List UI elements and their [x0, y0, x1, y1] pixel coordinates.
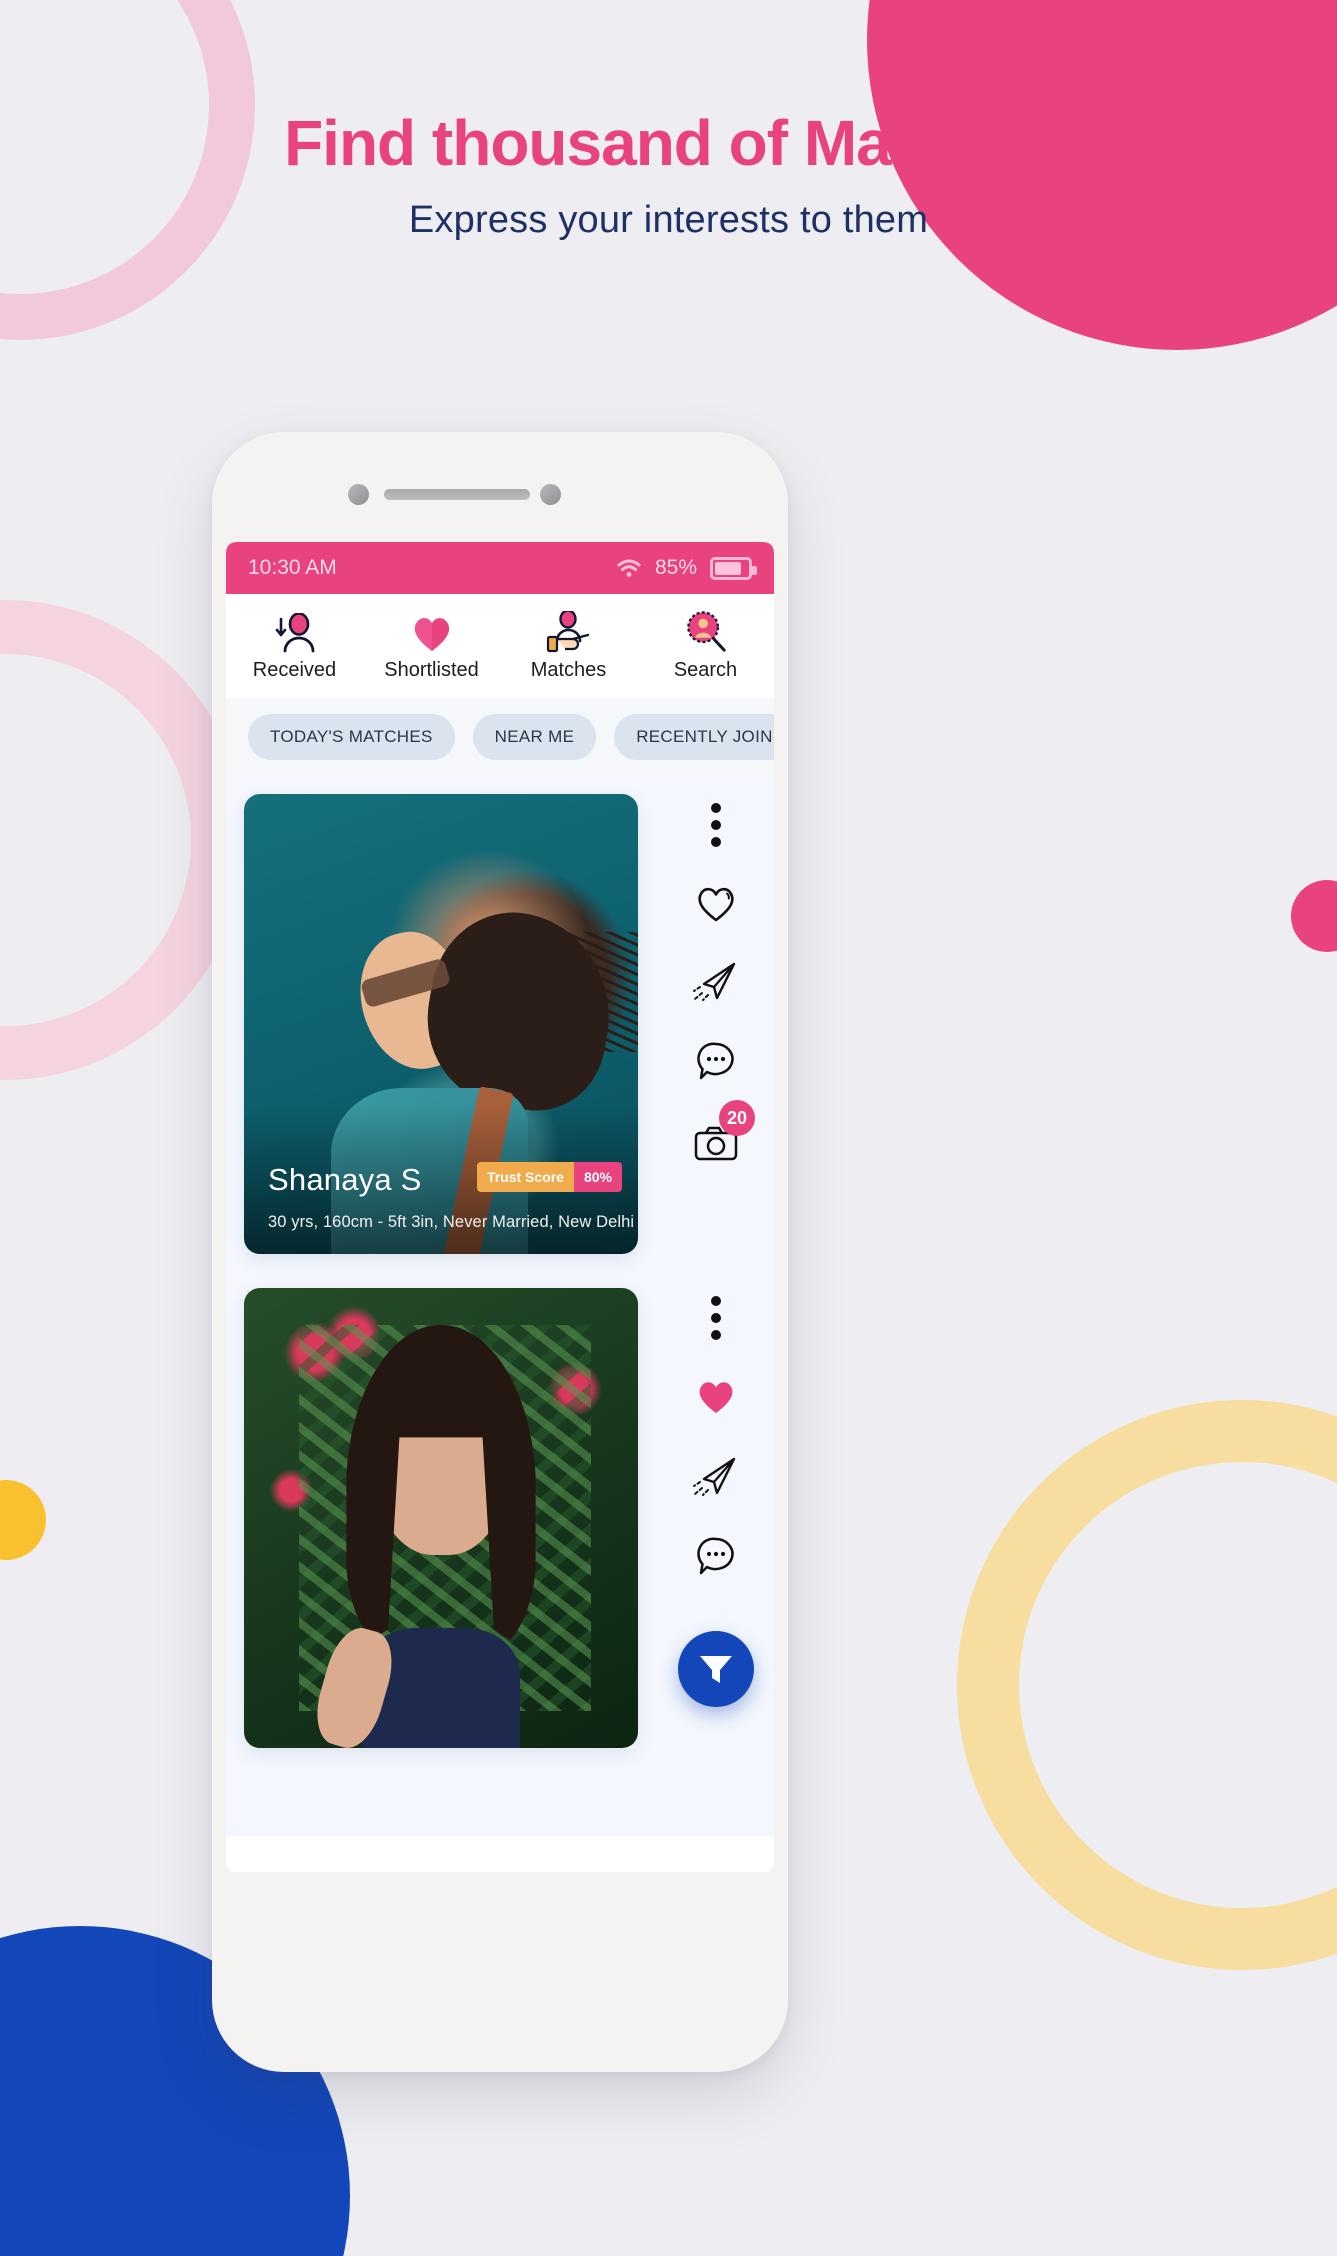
battery-percent-label: 85% — [654, 556, 697, 579]
tab-search[interactable]: Search — [637, 610, 774, 682]
magnifier-person-icon — [683, 610, 729, 653]
sensor-icon — [540, 484, 561, 505]
profile-card[interactable]: Trust Score 80% Shanaya S 30 yrs, 160cm … — [244, 794, 638, 1254]
filter-fab-button[interactable] — [678, 1631, 754, 1707]
earpiece-speaker — [384, 489, 530, 500]
trust-score-badge: Trust Score 80% — [476, 1162, 622, 1192]
tab-shortlisted[interactable]: Shortlisted — [363, 611, 500, 682]
trust-score-label: Trust Score — [476, 1162, 574, 1192]
decorative-pink-dot-right — [1291, 880, 1337, 952]
camera-icon[interactable]: 20 — [687, 1100, 755, 1172]
decorative-yellow-ring-right — [957, 1400, 1337, 1970]
profile-list: Trust Score 80% Shanaya S 30 yrs, 160cm … — [226, 776, 774, 1836]
profile-card-column: Trust Score 80% Shanaya S 30 yrs, 160cm … — [226, 776, 658, 1836]
phone-screen: 10:30 AM 85% Received Shortlisted Matche… — [226, 542, 774, 1872]
profile-actions — [687, 1289, 745, 1585]
app-tab-bar: Received Shortlisted Matches Search — [226, 594, 774, 698]
chat-bubble-icon[interactable] — [687, 1527, 745, 1585]
heart-outline-icon[interactable] — [687, 874, 745, 932]
chip-near-me[interactable]: NEAR ME — [472, 714, 597, 760]
hero-text-block: Find thousand of Matches Express your in… — [0, 107, 1337, 242]
decorative-yellow-dot-left — [0, 1480, 46, 1560]
status-time: 10:30 AM — [248, 556, 337, 579]
paper-plane-icon[interactable] — [687, 952, 745, 1010]
tab-label: Matches — [530, 658, 607, 681]
received-person-arrow-icon — [272, 611, 318, 653]
profile-name: Shanaya S — [268, 1162, 422, 1197]
profile-actions: 20 — [687, 796, 755, 1172]
phone-top-bezel — [212, 432, 788, 542]
heart-filled-icon — [409, 611, 455, 653]
profile-card[interactable] — [244, 1288, 638, 1748]
more-options-icon[interactable] — [687, 1289, 745, 1347]
chip-todays-matches[interactable]: TODAY'S MATCHES — [248, 714, 455, 760]
tab-label: Search — [673, 658, 738, 681]
trust-score-value: 80% — [573, 1162, 622, 1192]
profile-meta: 30 yrs, 160cm - 5ft 3in, Never Married, … — [268, 1213, 635, 1231]
front-camera-icon — [348, 484, 369, 505]
chat-bubble-icon[interactable] — [687, 1032, 745, 1090]
wifi-icon — [617, 559, 641, 577]
poster-canvas: Find thousand of Matches Express your in… — [0, 0, 1337, 2256]
chip-recently-joined[interactable]: RECENTLY JOINED — [614, 714, 774, 760]
battery-icon — [710, 556, 757, 580]
tab-label: Received — [252, 658, 337, 681]
filter-chip-strip[interactable]: TODAY'S MATCHES NEAR ME RECENTLY JOINED … — [226, 698, 774, 776]
paper-plane-icon[interactable] — [687, 1447, 745, 1505]
page-title: Find thousand of Matches — [284, 107, 1054, 179]
tab-received[interactable]: Received — [226, 611, 363, 682]
profile-photo — [244, 1288, 638, 1748]
status-bar: 10:30 AM 85% — [226, 542, 774, 594]
decorative-pink-ring-left — [0, 600, 245, 1080]
phone-mockup: 10:30 AM 85% Received Shortlisted Matche… — [212, 432, 788, 2072]
filter-funnel-icon — [700, 1656, 732, 1683]
action-rail: 20 — [658, 776, 774, 1836]
tab-matches[interactable]: Matches — [500, 610, 637, 682]
more-options-icon[interactable] — [687, 796, 745, 854]
hand-person-icon — [543, 610, 595, 653]
photo-count-badge: 20 — [719, 1100, 755, 1136]
heart-filled-icon[interactable] — [687, 1367, 745, 1425]
page-subtitle: Express your interests to them — [408, 199, 929, 242]
tab-label: Shortlisted — [384, 658, 479, 681]
